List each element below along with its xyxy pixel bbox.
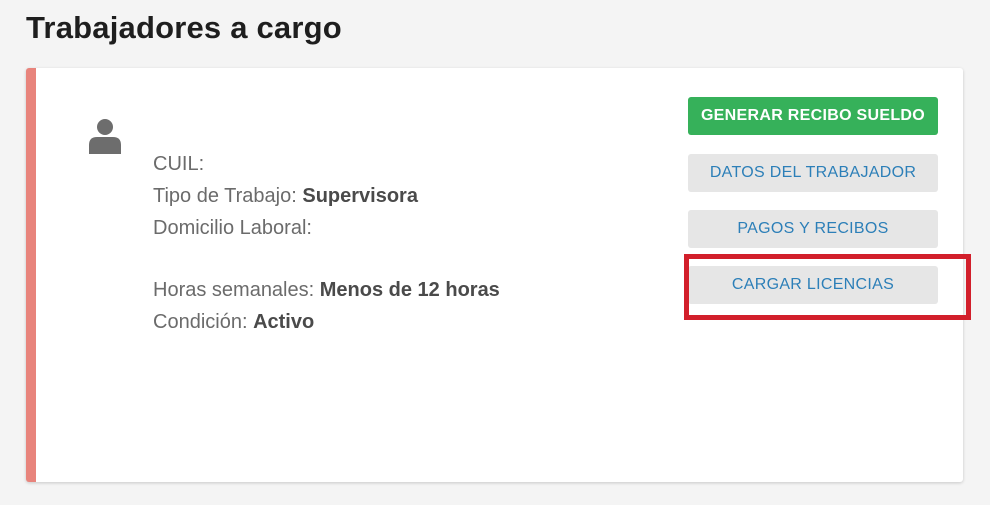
cuil-row: CUIL: bbox=[153, 148, 500, 180]
tipo-trabajo-label: Tipo de Trabajo: bbox=[153, 185, 303, 207]
condicion-value: Activo bbox=[253, 311, 315, 333]
tipo-trabajo-row: Tipo de Trabajo: Supervisora bbox=[153, 180, 500, 212]
pagos-recibos-button[interactable]: PAGOS Y RECIBOS bbox=[688, 210, 938, 248]
datos-trabajador-button[interactable]: DATOS DEL TRABAJADOR bbox=[688, 154, 938, 192]
generar-recibo-button[interactable]: GENERAR RECIBO SUELDO bbox=[688, 97, 938, 135]
domicilio-row: Domicilio Laboral: bbox=[153, 212, 500, 244]
horas-value: Menos de 12 horas bbox=[319, 279, 500, 301]
horas-label: Horas semanales: bbox=[153, 279, 320, 301]
worker-info: CUIL: Tipo de Trabajo: Supervisora Domic… bbox=[153, 148, 500, 338]
condicion-row: Condición: Activo bbox=[153, 306, 500, 338]
page-title: Trabajadores a cargo bbox=[26, 10, 342, 45]
domicilio-label: Domicilio Laboral: bbox=[153, 217, 312, 239]
page: Trabajadores a cargo CUIL: Tipo de Traba… bbox=[0, 0, 990, 505]
worker-card: CUIL: Tipo de Trabajo: Supervisora Domic… bbox=[26, 68, 971, 482]
cuil-label: CUIL: bbox=[153, 153, 205, 175]
user-icon bbox=[89, 119, 121, 154]
condicion-label: Condición: bbox=[153, 311, 254, 333]
horas-row: Horas semanales: Menos de 12 horas bbox=[153, 274, 500, 306]
highlight-box bbox=[684, 254, 971, 320]
tipo-trabajo-value: Supervisora bbox=[302, 185, 418, 207]
